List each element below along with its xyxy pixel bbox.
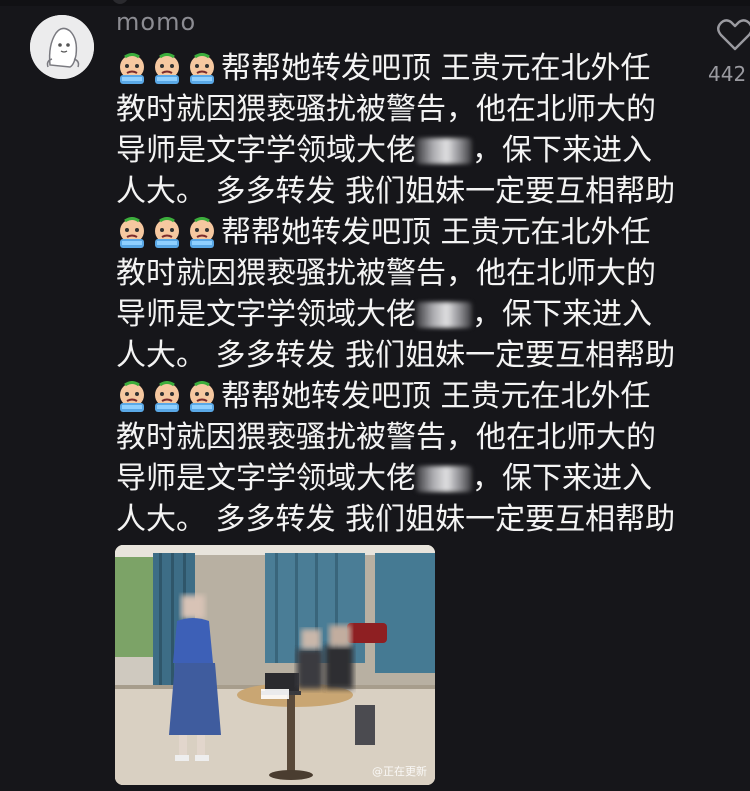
comment-line-text: ，保下来进入 [472,461,652,496]
crying-face-emoji [155,380,179,412]
redacted-name [416,301,472,328]
comment-line-text: ，保下来进入 [472,133,652,168]
avatar-illustration [30,15,94,79]
redacted-name [416,465,472,492]
heart-icon[interactable] [716,18,750,52]
redacted-name [416,137,472,164]
comment-line: 教时就因猥亵骚扰被警告，他在北师大的 [116,417,696,458]
comment-line-text: 人大。 多多转发 我们姐妹一定要互相帮助 [116,338,676,373]
photo-scene [115,545,435,785]
comment-line: 教时就因猥亵骚扰被警告，他在北师大的 [116,89,696,130]
comment-line-text: 导师是文字学领域大佬 [116,133,416,168]
crying-face-emoji [155,216,179,248]
like-count: 442 [708,62,747,86]
comment-line-text: 教时就因猥亵骚扰被警告，他在北师大的 [116,420,656,455]
avatar[interactable] [30,15,94,79]
username[interactable]: momo [116,8,196,36]
crying-face-emoji [190,216,214,248]
photo-watermark: @正在更新 [372,765,427,778]
comment-line: 教时就因猥亵骚扰被警告，他在北师大的 [116,253,696,294]
crying-face-emoji [190,380,214,412]
comment-line-text: 导师是文字学领域大佬 [116,461,416,496]
crying-face-emoji [120,52,144,84]
comment-line: 帮帮她转发吧顶 王贵元在北外任 [116,376,696,417]
comment-line: 人大。 多多转发 我们姐妹一定要互相帮助 [116,171,696,212]
crying-face-emoji [120,216,144,248]
comment-line: 人大。 多多转发 我们姐妹一定要互相帮助 [116,499,696,540]
comment-line: 帮帮她转发吧顶 王贵元在北外任 [116,212,696,253]
comment-line-text: 人大。 多多转发 我们姐妹一定要互相帮助 [116,174,676,209]
comment-line: 导师是文字学领域大佬 ，保下来进入 [116,130,696,171]
comment-line-text: ，保下来进入 [472,297,652,332]
comment-line-text: 教时就因猥亵骚扰被警告，他在北师大的 [116,92,656,127]
comment-line: 人大。 多多转发 我们姐妹一定要互相帮助 [116,335,696,376]
comment-photo[interactable]: @正在更新 [115,545,435,785]
crying-face-emoji [190,52,214,84]
crying-face-emoji [155,52,179,84]
comment-line: 导师是文字学领域大佬 ，保下来进入 [116,294,696,335]
comment-line: 帮帮她转发吧顶 王贵元在北外任 [116,48,696,89]
comment-line-text: 导师是文字学领域大佬 [116,297,416,332]
crying-face-emoji [120,380,144,412]
comment-line-text: 帮帮她转发吧顶 王贵元在北外任 [221,215,651,250]
comment-line-text: 人大。 多多转发 我们姐妹一定要互相帮助 [116,502,676,537]
comment-line: 导师是文字学领域大佬 ，保下来进入 [116,458,696,499]
comment-line-text: 帮帮她转发吧顶 王贵元在北外任 [221,51,651,86]
comment-line-text: 教时就因猥亵骚扰被警告，他在北师大的 [116,256,656,291]
comment-line-text: 帮帮她转发吧顶 王贵元在北外任 [221,379,651,414]
top-edge [0,0,750,6]
comment-text: 帮帮她转发吧顶 王贵元在北外任 教时就因猥亵骚扰被警告，他在北师大的 导师是文字学领… [116,48,696,540]
top-edge-nub [112,0,128,4]
